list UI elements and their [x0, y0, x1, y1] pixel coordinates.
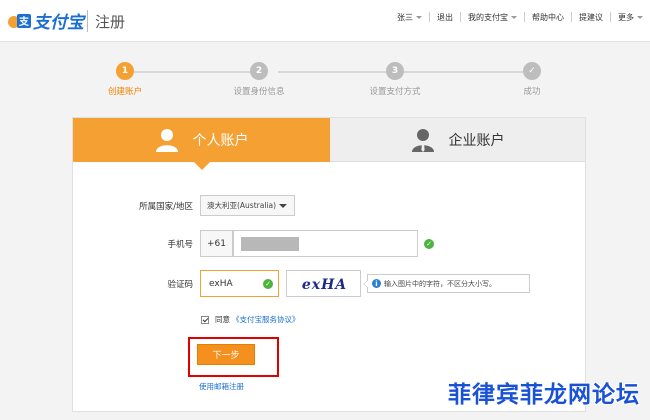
phone-input[interactable]	[233, 230, 418, 257]
step-success: ✓ 成功	[492, 62, 572, 97]
step-number-badge: 2	[250, 62, 268, 80]
nav-more-label: 更多	[618, 12, 634, 22]
nav-my-alipay-menu[interactable]: 我的支付宝	[461, 12, 524, 23]
captcha-valid-check-icon: ✓	[263, 279, 273, 289]
next-step-button[interactable]: 下一步	[197, 344, 255, 365]
registration-card: 个人账户 企业账户 所属国家/地区 澳大利亚(Australia) 手机号 +6…	[72, 117, 586, 412]
step-label: 设置支付方式	[369, 87, 421, 97]
phone-country-code: +61	[200, 230, 233, 257]
nav-my-alipay-label: 我的支付宝	[468, 12, 508, 22]
tab-company-label: 企业账户	[448, 132, 505, 149]
chevron-down-icon	[279, 204, 287, 208]
service-agreement-link[interactable]: 《支付宝服务协议》	[232, 314, 300, 325]
register-by-email-link[interactable]: 使用邮箱注册	[199, 381, 244, 392]
step-create-account: 1 创建账户	[85, 62, 165, 97]
svg-text:支: 支	[18, 15, 30, 28]
nav-user-label: 张三	[397, 12, 413, 22]
business-person-icon	[411, 128, 435, 152]
nav-help-link[interactable]: 帮助中心	[525, 12, 571, 23]
phone-valid-check-icon: ✓	[424, 239, 434, 249]
chevron-down-icon	[511, 15, 517, 19]
nav-more-menu[interactable]: 更多	[611, 12, 650, 23]
captcha-tip-text: 输入图片中的字符，不区分大小写。	[384, 279, 496, 288]
agree-label: 同意	[215, 315, 230, 324]
step-label: 设置身份信息	[233, 87, 285, 97]
active-tab-pointer	[194, 162, 210, 170]
nav-user-menu[interactable]: 张三	[390, 12, 429, 23]
top-navigation: 张三 退出 我的支付宝 帮助中心 提建议 更多	[390, 0, 650, 34]
redacted-phone-number	[241, 237, 299, 251]
captcha-input-value: exHA	[209, 278, 233, 289]
captcha-label: 验证码	[167, 280, 193, 290]
captcha-image-text: exHA	[301, 276, 348, 293]
nav-logout-label: 退出	[437, 12, 453, 22]
agree-checkbox[interactable]	[201, 315, 209, 324]
chevron-down-icon	[416, 15, 422, 19]
info-icon: i	[372, 279, 381, 288]
agreement-row: 同意 《支付宝服务协议》	[201, 314, 300, 325]
tab-personal-label: 个人账户	[192, 133, 249, 149]
step-number-badge: 3	[386, 62, 404, 80]
captcha-image[interactable]: exHA	[286, 270, 361, 297]
nav-help-label: 帮助中心	[532, 12, 564, 22]
header-bar: 支 支付宝 注册 张三 退出 我的支付宝 帮助中心 提建议 更多	[0, 0, 650, 42]
alipay-logo[interactable]: 支 支付宝	[8, 7, 84, 33]
tip-arrow-inner	[364, 280, 369, 288]
chevron-down-icon	[637, 15, 643, 19]
tab-company-account[interactable]: 企业账户	[330, 118, 585, 162]
captcha-tip: i 输入图片中的字符，不区分大小写。	[363, 274, 530, 293]
phone-label: 手机号	[167, 240, 193, 250]
nav-feedback-label: 提建议	[579, 12, 603, 22]
nav-feedback-link[interactable]: 提建议	[572, 12, 610, 23]
step-label: 创建账户	[107, 87, 142, 97]
country-select-value: 澳大利亚(Australia)	[207, 201, 277, 210]
account-type-tabs: 个人账户 企业账户	[73, 118, 585, 170]
person-icon	[155, 128, 179, 152]
country-label: 所属国家/地区	[139, 202, 193, 212]
alipay-logo-icon: 支	[8, 10, 32, 30]
checkmark-icon: ✓	[523, 62, 541, 80]
page-title: 注册	[95, 13, 126, 31]
step-label: 成功	[523, 87, 541, 97]
step-payment: 3 设置支付方式	[355, 62, 435, 97]
logo-text: 支付宝	[33, 12, 84, 33]
country-select[interactable]: 澳大利亚(Australia)	[200, 195, 295, 216]
step-number-badge: 1	[116, 62, 134, 80]
tab-personal-account[interactable]: 个人账户	[73, 118, 330, 162]
logo-divider	[87, 10, 88, 32]
progress-steps: 1 创建账户 2 设置身份信息 3 设置支付方式 ✓ 成功	[95, 62, 565, 102]
step-identity: 2 设置身份信息	[219, 62, 299, 97]
nav-logout-link[interactable]: 退出	[430, 12, 460, 23]
forum-watermark: 菲律宾菲龙网论坛	[448, 382, 640, 408]
